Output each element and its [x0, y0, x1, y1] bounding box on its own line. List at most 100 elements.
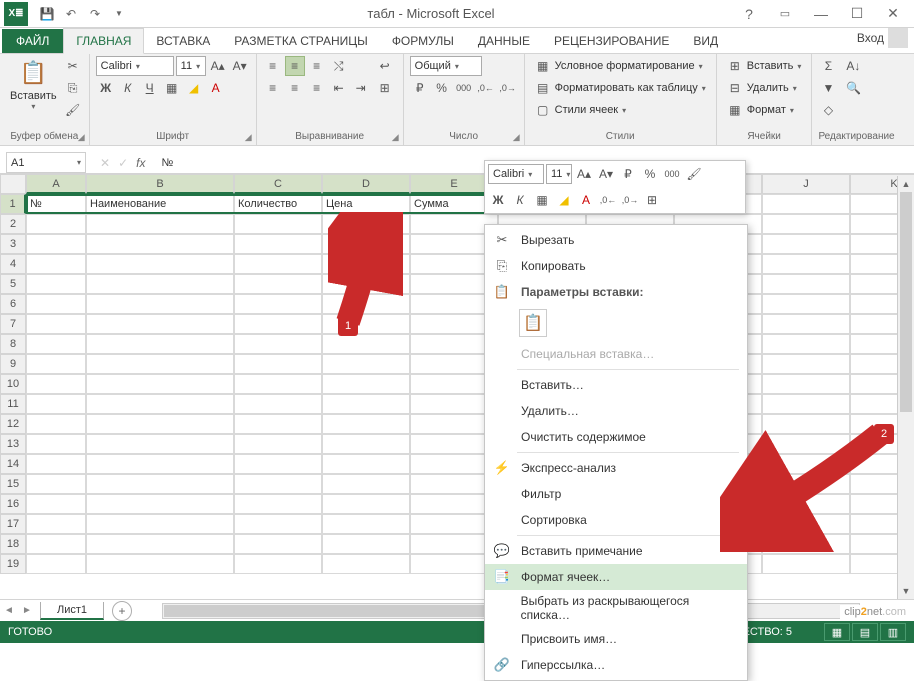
decrease-indent-icon[interactable]: ⇤ — [329, 78, 349, 98]
fill-color-icon[interactable]: ◢ — [184, 78, 204, 98]
cell[interactable] — [762, 294, 850, 314]
cell[interactable] — [86, 534, 234, 554]
cm-pick-dropdown[interactable]: Выбрать из раскрывающегося списка… — [485, 590, 747, 626]
cell[interactable] — [322, 314, 410, 334]
cell[interactable] — [234, 554, 322, 574]
cm-copy[interactable]: ⎘Копировать — [485, 253, 747, 279]
cell[interactable] — [86, 254, 234, 274]
cell[interactable] — [234, 274, 322, 294]
mini-comma-icon[interactable]: 000 — [662, 164, 682, 184]
mini-font-name[interactable]: Calibri▾ — [488, 164, 544, 184]
add-sheet-button[interactable]: + — [112, 601, 132, 621]
row-header-3[interactable]: 3 — [0, 234, 26, 254]
cell[interactable] — [762, 474, 850, 494]
tab-review[interactable]: РЕЦЕНЗИРОВАНИЕ — [542, 29, 681, 53]
percent-format-icon[interactable]: % — [432, 78, 452, 98]
cell[interactable] — [322, 474, 410, 494]
cell[interactable] — [234, 234, 322, 254]
row-header-2[interactable]: 2 — [0, 214, 26, 234]
cell-styles-button[interactable]: ▢Стили ячеек▾ — [531, 100, 710, 120]
cell[interactable] — [322, 514, 410, 534]
cell[interactable] — [26, 414, 86, 434]
alignment-dialog-launcher[interactable]: ◢ — [392, 132, 399, 143]
select-all-corner[interactable] — [0, 174, 26, 194]
mini-border-icon[interactable]: ▦ — [532, 190, 552, 210]
cell[interactable] — [234, 254, 322, 274]
cell[interactable] — [86, 414, 234, 434]
cell[interactable] — [86, 374, 234, 394]
ribbon-options-icon[interactable]: ▭ — [768, 3, 802, 25]
format-painter-icon[interactable]: 🖌 — [63, 100, 83, 120]
mini-format-painter-icon[interactable]: 🖌 — [684, 164, 704, 184]
cell[interactable] — [322, 274, 410, 294]
cell[interactable] — [234, 474, 322, 494]
cell[interactable] — [762, 434, 850, 454]
cell[interactable] — [762, 374, 850, 394]
format-cells-button[interactable]: ▦Формат▾ — [723, 100, 806, 120]
number-dialog-launcher[interactable]: ◢ — [513, 132, 520, 143]
cm-paste-option-1[interactable]: 📋 — [519, 309, 547, 337]
mini-fill-color-icon[interactable]: ◢ — [554, 190, 574, 210]
row-header-5[interactable]: 5 — [0, 274, 26, 294]
align-bottom-icon[interactable]: ≡ — [307, 56, 327, 76]
cell[interactable]: № — [26, 194, 86, 214]
format-as-table-button[interactable]: ▤Форматировать как таблицу▾ — [531, 78, 710, 98]
cell[interactable] — [26, 314, 86, 334]
sort-filter-icon[interactable]: A↓ — [840, 56, 866, 76]
help-icon[interactable]: ? — [732, 3, 766, 25]
copy-icon[interactable]: ⎘ — [63, 78, 83, 98]
cell[interactable] — [762, 334, 850, 354]
cell[interactable] — [26, 334, 86, 354]
cell[interactable] — [762, 194, 850, 214]
cell[interactable] — [234, 314, 322, 334]
cell[interactable]: Наименование — [86, 194, 234, 214]
cell[interactable] — [86, 394, 234, 414]
cell[interactable] — [234, 494, 322, 514]
cell[interactable] — [762, 234, 850, 254]
cell[interactable] — [86, 494, 234, 514]
minimize-icon[interactable]: — — [804, 3, 838, 25]
align-right-icon[interactable]: ≡ — [307, 78, 327, 98]
cm-delete[interactable]: Удалить… — [485, 398, 747, 424]
cell[interactable] — [26, 514, 86, 534]
cell[interactable] — [762, 274, 850, 294]
maximize-icon[interactable]: ☐ — [840, 3, 874, 25]
row-header-16[interactable]: 16 — [0, 494, 26, 514]
cell[interactable] — [322, 534, 410, 554]
row-header-11[interactable]: 11 — [0, 394, 26, 414]
cell[interactable] — [322, 434, 410, 454]
close-icon[interactable]: ✕ — [876, 3, 910, 25]
tab-data[interactable]: ДАННЫЕ — [466, 29, 542, 53]
mini-dec-decimal-icon[interactable]: ,0→ — [620, 190, 640, 210]
row-header-18[interactable]: 18 — [0, 534, 26, 554]
cell[interactable] — [234, 414, 322, 434]
name-box[interactable]: A1▾ — [6, 152, 86, 173]
col-header-B[interactable]: B — [86, 174, 234, 194]
view-page-layout-icon[interactable]: ▤ — [852, 623, 878, 641]
row-header-7[interactable]: 7 — [0, 314, 26, 334]
italic-button[interactable]: К — [118, 78, 138, 98]
cell[interactable] — [762, 354, 850, 374]
sheet-nav-next[interactable]: ► — [18, 605, 36, 616]
cell[interactable] — [26, 394, 86, 414]
cell[interactable] — [26, 354, 86, 374]
cell[interactable] — [762, 394, 850, 414]
cell[interactable] — [322, 334, 410, 354]
cell[interactable] — [234, 374, 322, 394]
cell[interactable] — [322, 394, 410, 414]
cell[interactable] — [26, 254, 86, 274]
align-left-icon[interactable]: ≡ — [263, 78, 283, 98]
accounting-format-icon[interactable]: ₽ — [410, 78, 430, 98]
clear-icon[interactable]: ◇ — [818, 100, 838, 120]
view-page-break-icon[interactable]: ▥ — [880, 623, 906, 641]
row-header-9[interactable]: 9 — [0, 354, 26, 374]
increase-decimal-icon[interactable]: ,0← — [476, 78, 496, 98]
merge-icon[interactable]: ⊞ — [373, 78, 397, 98]
cell[interactable] — [86, 214, 234, 234]
cell[interactable] — [26, 374, 86, 394]
cell[interactable] — [86, 334, 234, 354]
sign-in[interactable]: Вход — [851, 23, 914, 53]
cell[interactable] — [234, 394, 322, 414]
tab-insert[interactable]: ВСТАВКА — [144, 29, 222, 53]
cm-cut[interactable]: ✂Вырезать — [485, 227, 747, 253]
